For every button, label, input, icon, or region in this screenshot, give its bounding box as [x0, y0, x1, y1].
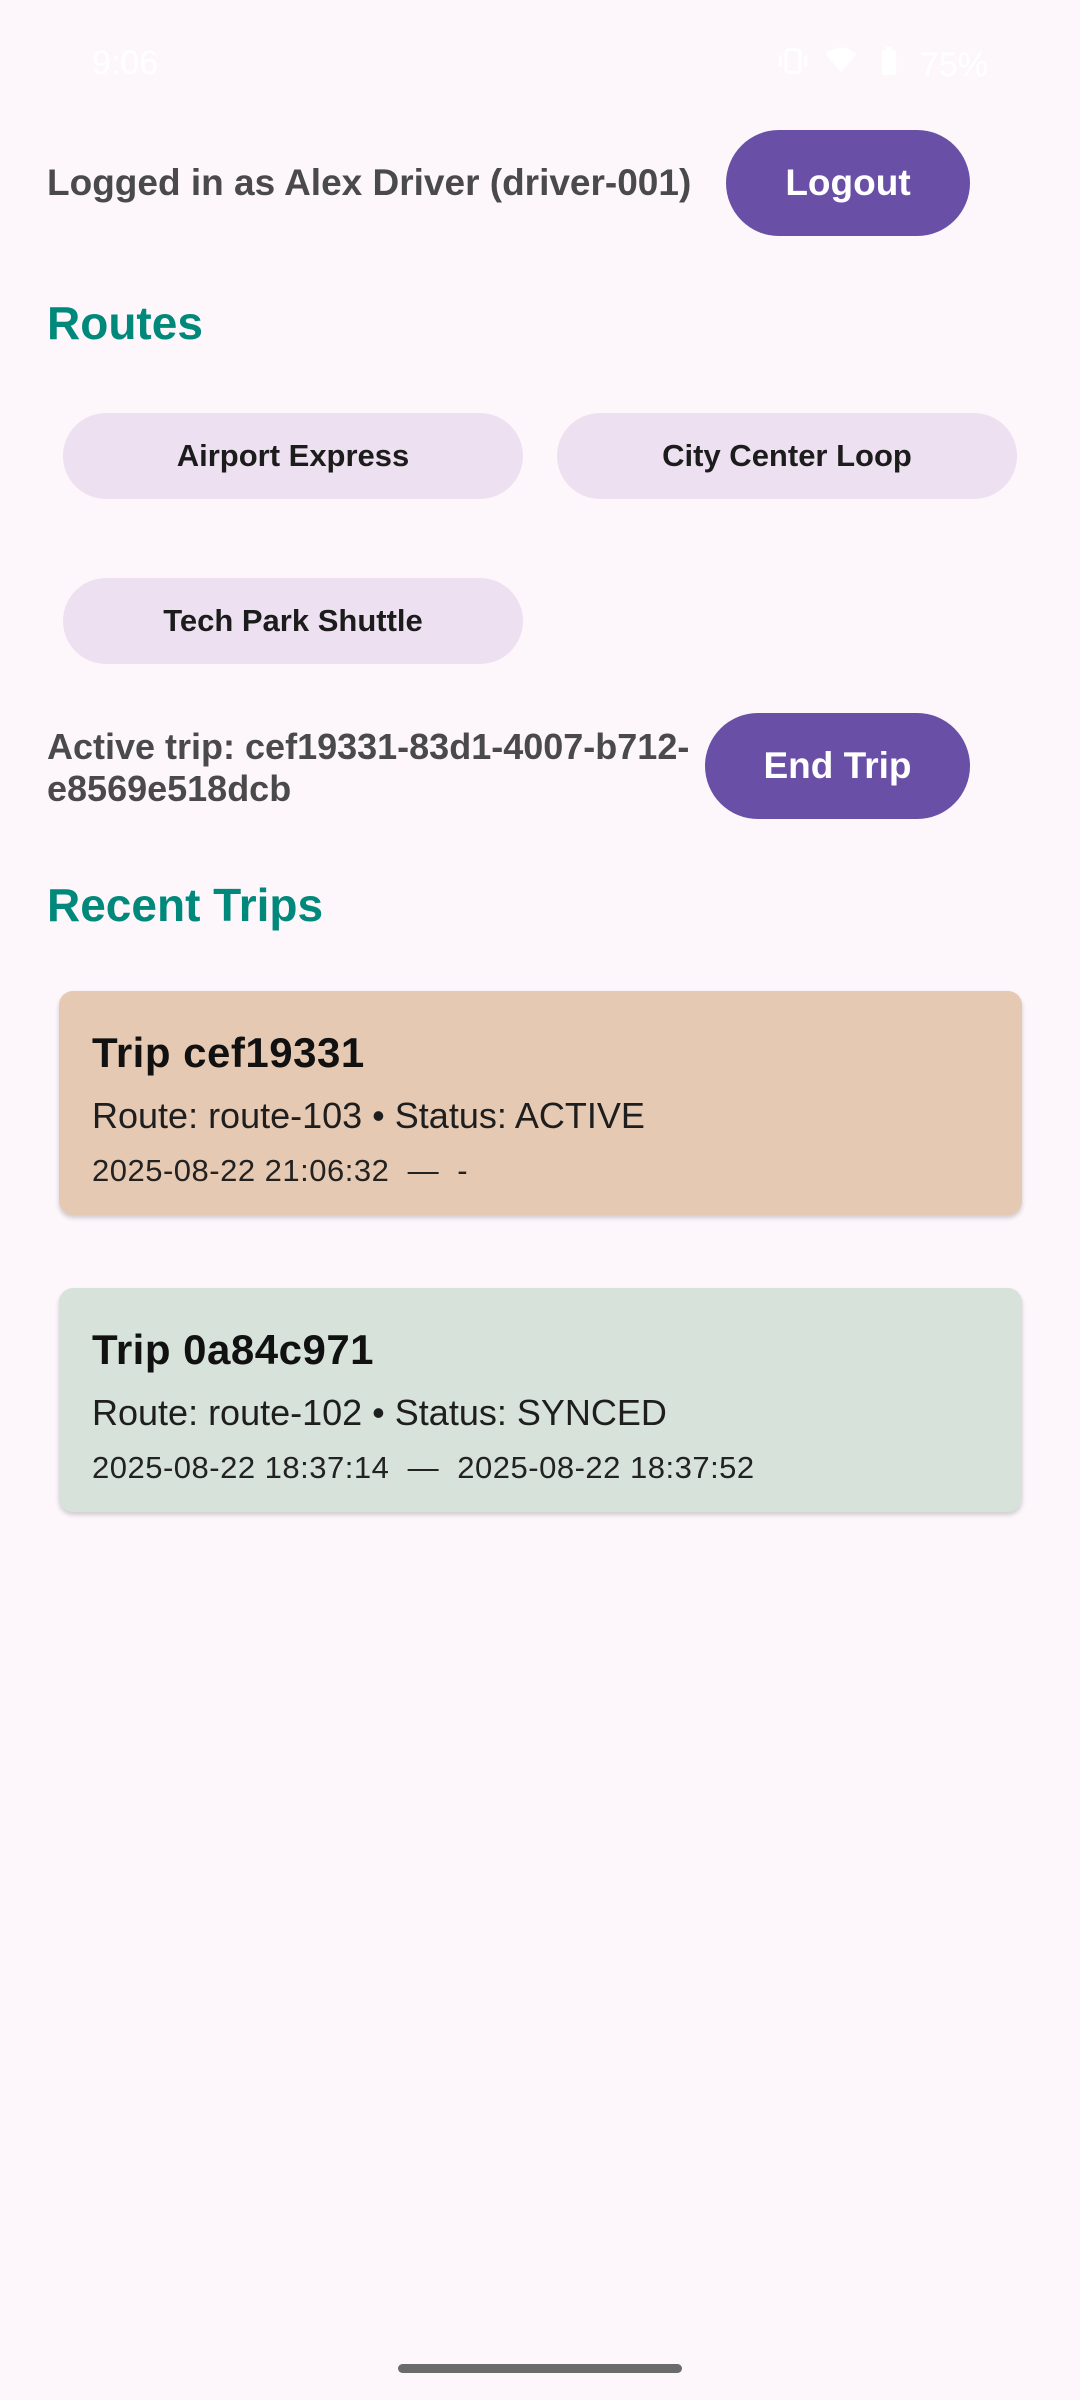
logout-button[interactable]: Logout	[726, 130, 970, 236]
status-time: 9:06	[92, 44, 159, 82]
vibrate-icon	[776, 44, 810, 87]
route-chip-tech-park-shuttle[interactable]: Tech Park Shuttle	[63, 578, 523, 664]
trip-times: 2025-08-22 18:37:14 — 2025-08-22 18:37:5…	[92, 1450, 755, 1485]
wifi-icon	[824, 44, 858, 87]
login-status-text: Logged in as Alex Driver (driver-001)	[47, 162, 692, 203]
login-row: Logged in as Alex Driver (driver-001) Lo…	[47, 130, 987, 238]
end-trip-button[interactable]: End Trip	[705, 713, 970, 819]
trip-title: Trip cef19331	[92, 1029, 365, 1076]
status-bar: 9:06 75%	[0, 0, 1080, 120]
active-trip-text: Active trip: cef19331-83d1-4007-b712-e85…	[47, 726, 690, 809]
trip-times: 2025-08-22 21:06:32 — -	[92, 1153, 469, 1188]
battery-percent: 75%	[919, 46, 988, 84]
route-chip-city-center-loop[interactable]: City Center Loop	[557, 413, 1017, 499]
routes-heading: Routes	[47, 297, 203, 349]
home-indicator[interactable]	[398, 2364, 682, 2373]
trip-route-status: Route: route-102 • Status: SYNCED	[92, 1392, 667, 1433]
battery-icon	[872, 44, 906, 87]
trip-card[interactable]: Trip 0a84c971 Route: route-102 • Status:…	[59, 1288, 1022, 1512]
trip-title: Trip 0a84c971	[92, 1326, 375, 1373]
trip-route-status: Route: route-103 • Status: ACTIVE	[92, 1095, 645, 1136]
recent-trips-heading: Recent Trips	[47, 879, 324, 931]
trip-card[interactable]: Trip cef19331 Route: route-103 • Status:…	[59, 991, 1022, 1215]
status-icons: 75%	[776, 44, 988, 87]
route-chip-airport-express[interactable]: Airport Express	[63, 413, 523, 499]
